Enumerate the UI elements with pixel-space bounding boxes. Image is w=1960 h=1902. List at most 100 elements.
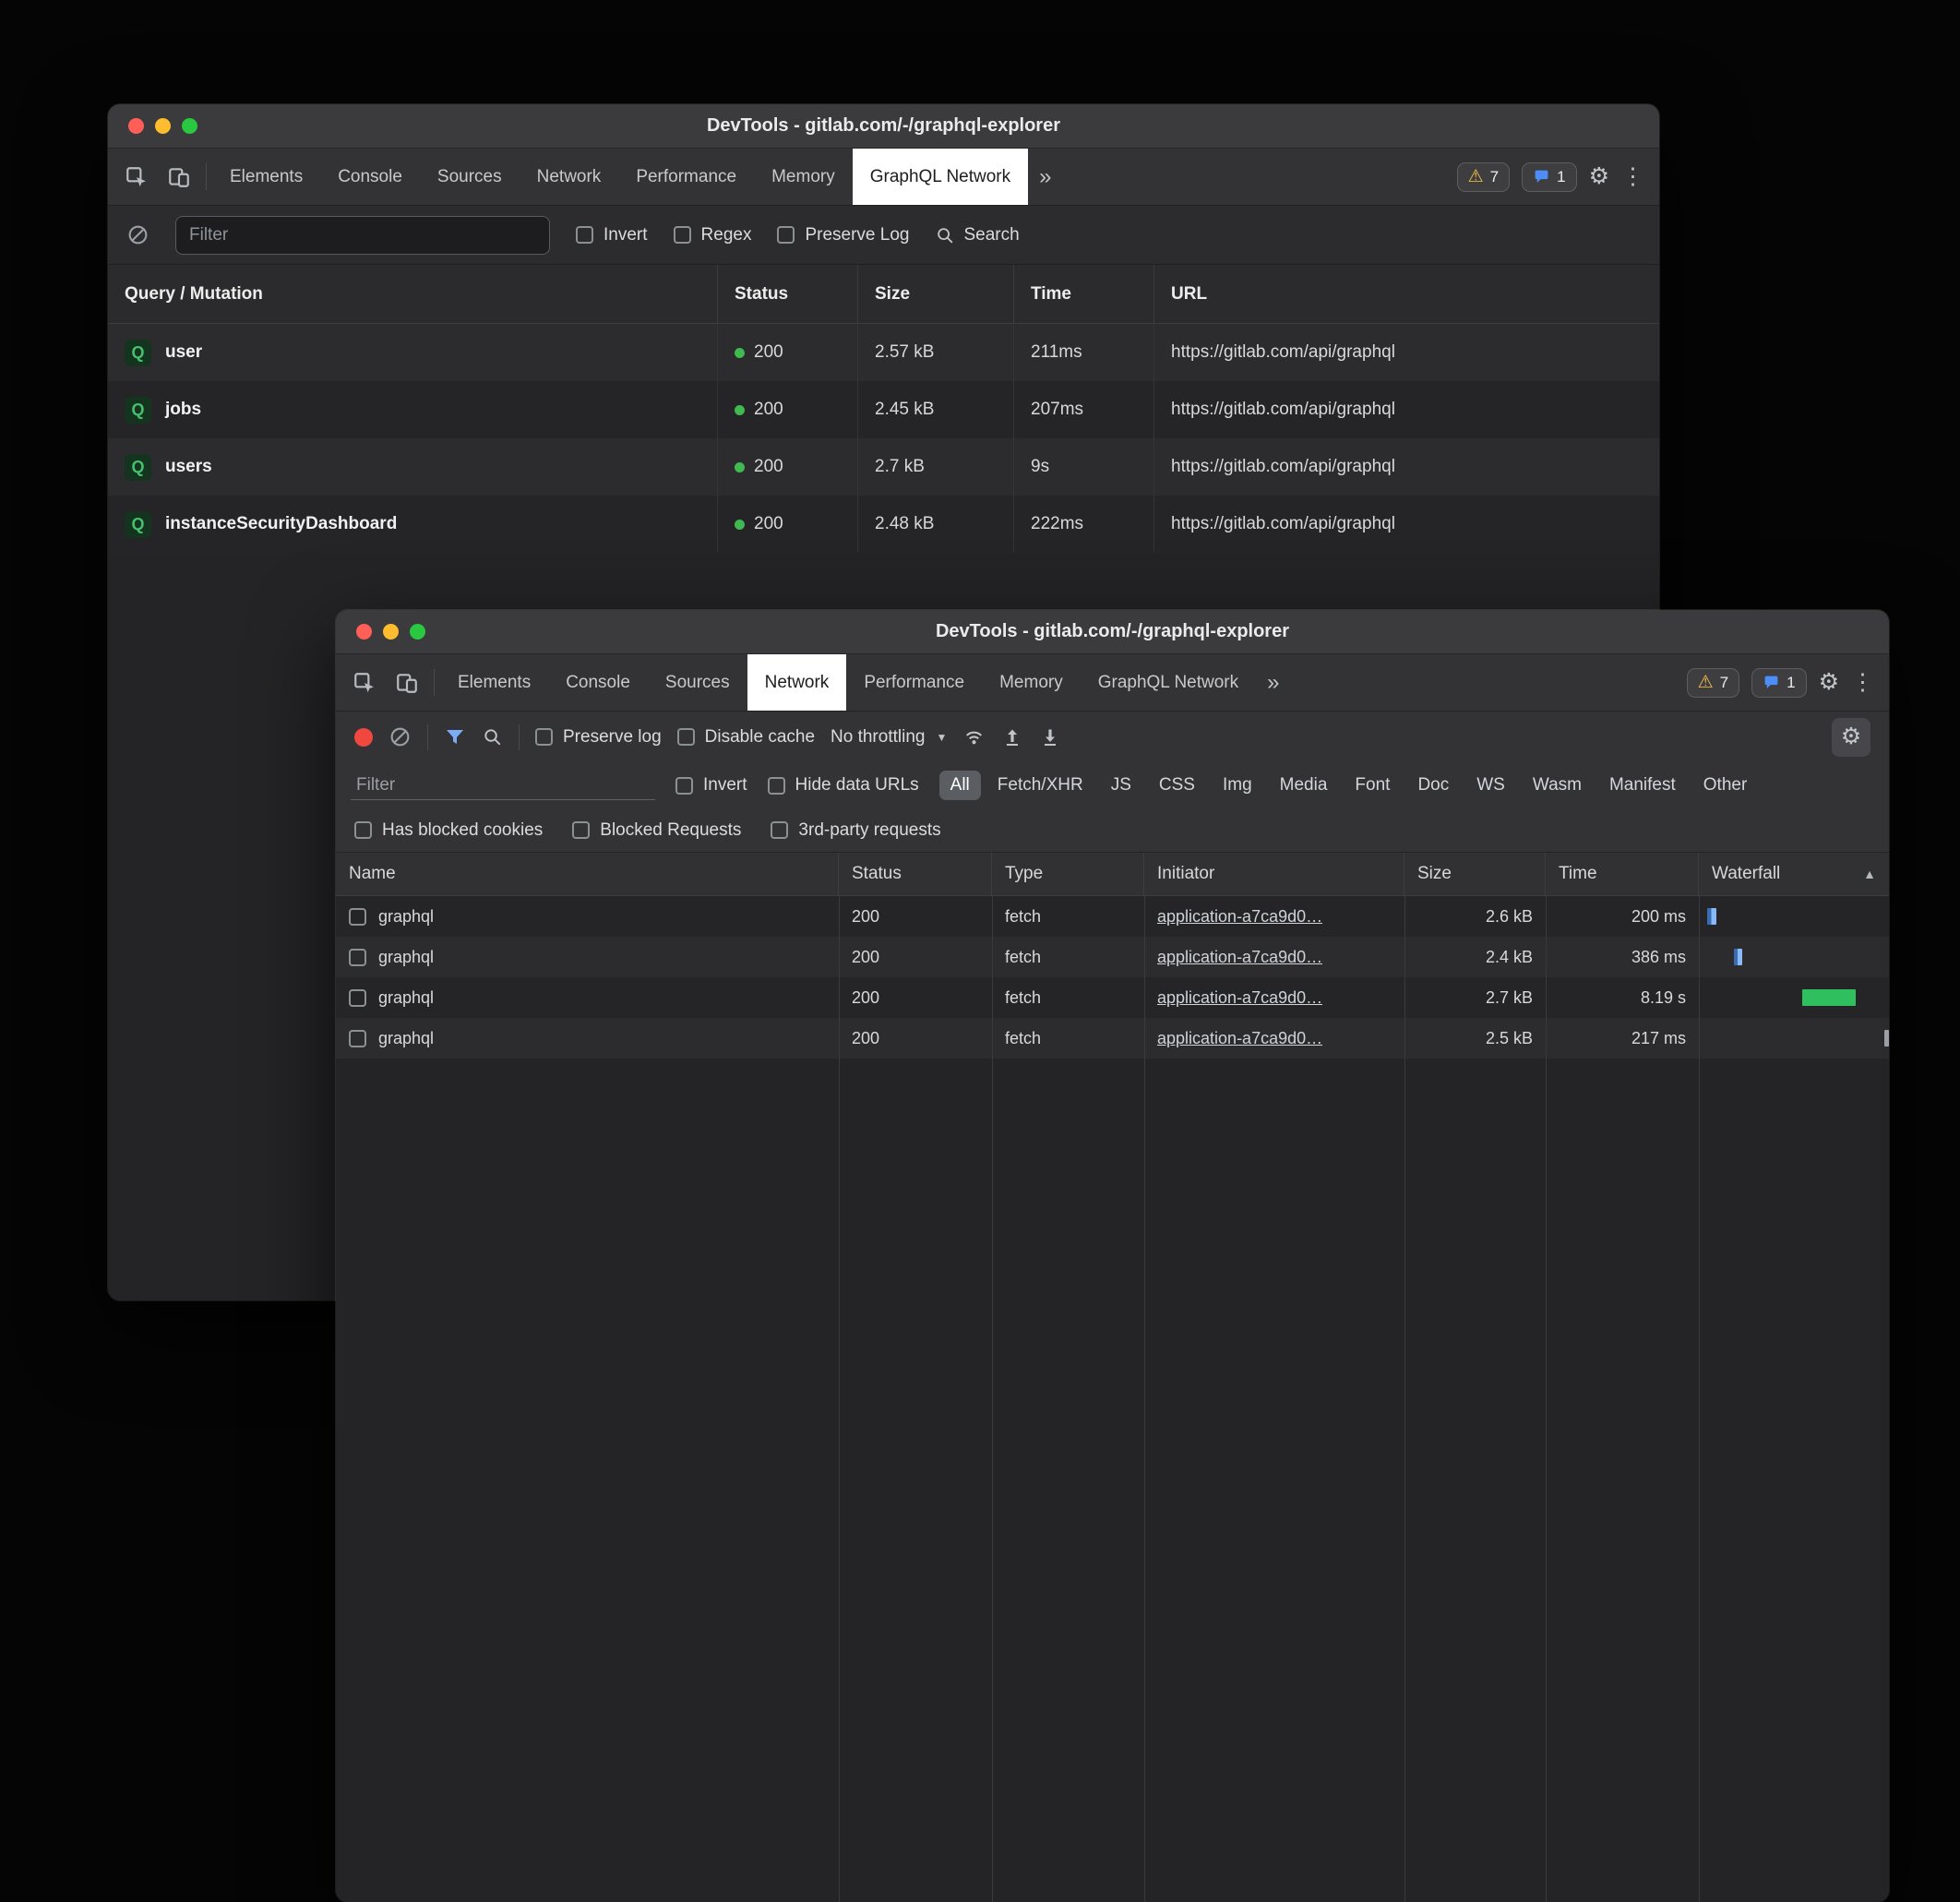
operation-row[interactable]: Qjobs 200 2.45 kB 207ms https://gitlab.c… <box>108 381 1659 438</box>
tab-elements[interactable]: Elements <box>440 654 548 711</box>
warning-count: 7 <box>1490 168 1499 186</box>
checkbox-box <box>576 226 593 244</box>
minimize-button[interactable] <box>155 118 171 134</box>
type-filter-media[interactable]: Media <box>1269 771 1339 800</box>
settings-gear-icon[interactable]: ⚙ <box>1589 165 1609 188</box>
settings-gear-icon[interactable]: ⚙ <box>1819 671 1839 694</box>
filter-input[interactable] <box>351 772 655 800</box>
column-size[interactable]: Size <box>1404 853 1546 895</box>
inspect-element-icon[interactable] <box>115 149 158 205</box>
type-filter-manifest[interactable]: Manifest <box>1598 771 1687 800</box>
blocked-requests-checkbox[interactable]: Blocked Requests <box>572 820 741 841</box>
initiator-link[interactable]: application-a7ca9d0… <box>1157 1029 1322 1048</box>
issues-badge[interactable]: 1 <box>1522 162 1576 192</box>
tab-memory[interactable]: Memory <box>982 654 1081 711</box>
row-checkbox[interactable] <box>349 989 366 1007</box>
tab-performance[interactable]: Performance <box>618 149 754 205</box>
type-filter-doc[interactable]: Doc <box>1406 771 1460 800</box>
tab-console[interactable]: Console <box>320 149 420 205</box>
network-settings-gear-icon[interactable]: ⚙ <box>1832 718 1870 757</box>
filter-funnel-icon[interactable] <box>444 726 466 748</box>
tab-graphql-network[interactable]: GraphQL Network <box>1081 654 1256 711</box>
more-tabs-icon[interactable]: » <box>1028 149 1062 205</box>
network-table-header: Name Status Type Initiator Size Time Wat… <box>336 853 1889 896</box>
titlebar[interactable]: DevTools - gitlab.com/-/graphql-explorer <box>108 104 1659 149</box>
close-button[interactable] <box>356 624 372 640</box>
minimize-button[interactable] <box>383 624 399 640</box>
throttling-select[interactable]: No throttling ▼ <box>831 727 947 748</box>
issues-badge[interactable]: 1 <box>1751 668 1806 698</box>
column-time[interactable]: Time <box>1546 853 1699 895</box>
preserve-log-checkbox[interactable]: Preserve log <box>535 727 662 748</box>
import-har-icon[interactable] <box>1039 726 1061 748</box>
zoom-button[interactable] <box>410 624 425 640</box>
type-filter-all[interactable]: All <box>939 771 981 800</box>
column-type[interactable]: Type <box>992 853 1144 895</box>
request-row[interactable]: graphql 200 fetch application-a7ca9d0… 2… <box>336 977 1889 1018</box>
tab-graphql-network[interactable]: GraphQL Network <box>853 149 1028 205</box>
type-filter-wasm[interactable]: Wasm <box>1522 771 1593 800</box>
tab-elements[interactable]: Elements <box>212 149 320 205</box>
block-icon[interactable] <box>126 223 149 246</box>
clear-icon[interactable] <box>388 725 412 748</box>
preserve-log-checkbox[interactable]: Preserve Log <box>777 225 909 245</box>
third-party-requests-checkbox[interactable]: 3rd-party requests <box>771 820 940 841</box>
filter-input[interactable] <box>175 216 550 255</box>
type-filter-fetch-xhr[interactable]: Fetch/XHR <box>986 771 1094 800</box>
type-filter-other[interactable]: Other <box>1692 771 1759 800</box>
type-filter-font[interactable]: Font <box>1344 771 1401 800</box>
blocked-cookies-checkbox[interactable]: Has blocked cookies <box>354 820 543 841</box>
row-checkbox[interactable] <box>349 908 366 926</box>
zoom-button[interactable] <box>182 118 197 134</box>
row-checkbox[interactable] <box>349 1030 366 1047</box>
initiator-link[interactable]: application-a7ca9d0… <box>1157 948 1322 967</box>
initiator-link[interactable]: application-a7ca9d0… <box>1157 907 1322 927</box>
graphql-filter-toolbar: Invert Regex Preserve Log Search <box>108 206 1659 265</box>
disable-cache-checkbox[interactable]: Disable cache <box>677 727 815 748</box>
operation-row[interactable]: Quser 200 2.57 kB 211ms https://gitlab.c… <box>108 324 1659 381</box>
hide-data-urls-checkbox[interactable]: Hide data URLs <box>768 775 919 795</box>
device-toolbar-icon[interactable] <box>158 149 200 205</box>
column-name[interactable]: Name <box>336 853 839 895</box>
request-row[interactable]: graphql 200 fetch application-a7ca9d0… 2… <box>336 937 1889 977</box>
type-filter-img[interactable]: Img <box>1212 771 1263 800</box>
record-icon[interactable] <box>354 728 373 747</box>
search-button[interactable]: Search <box>935 225 1019 245</box>
row-checkbox[interactable] <box>349 949 366 966</box>
column-waterfall[interactable]: Waterfall ▲ <box>1699 853 1889 895</box>
tab-network[interactable]: Network <box>520 149 619 205</box>
tab-memory[interactable]: Memory <box>754 149 853 205</box>
more-tabs-icon[interactable]: » <box>1256 654 1290 711</box>
tab-sources[interactable]: Sources <box>648 654 747 711</box>
tab-performance[interactable]: Performance <box>846 654 982 711</box>
request-row[interactable]: graphql 200 fetch application-a7ca9d0… 2… <box>336 896 1889 937</box>
type-filter-js[interactable]: JS <box>1100 771 1142 800</box>
request-row[interactable]: graphql 200 fetch application-a7ca9d0… 2… <box>336 1018 1889 1059</box>
warnings-badge[interactable]: ⚠ 7 <box>1457 162 1511 192</box>
kebab-menu-icon[interactable]: ⋮ <box>1851 671 1874 694</box>
close-button[interactable] <box>128 118 144 134</box>
tab-console[interactable]: Console <box>548 654 648 711</box>
operation-row[interactable]: QinstanceSecurityDashboard 200 2.48 kB 2… <box>108 496 1659 553</box>
export-har-icon[interactable] <box>1001 726 1023 748</box>
device-toolbar-icon[interactable] <box>386 654 428 711</box>
warnings-badge[interactable]: ⚠ 7 <box>1687 668 1740 698</box>
kebab-menu-icon[interactable]: ⋮ <box>1621 165 1644 188</box>
type-filter-ws[interactable]: WS <box>1465 771 1516 800</box>
tab-network[interactable]: Network <box>747 654 847 711</box>
type-filter-css[interactable]: CSS <box>1148 771 1206 800</box>
initiator-link[interactable]: application-a7ca9d0… <box>1157 988 1322 1008</box>
tab-sources[interactable]: Sources <box>420 149 520 205</box>
status-code: 200 <box>839 937 992 977</box>
titlebar[interactable]: DevTools - gitlab.com/-/graphql-explorer <box>336 610 1889 654</box>
operation-row[interactable]: Qusers 200 2.7 kB 9s https://gitlab.com/… <box>108 438 1659 496</box>
network-conditions-icon[interactable] <box>962 725 986 748</box>
invert-checkbox[interactable]: Invert <box>576 225 648 245</box>
divider <box>427 724 428 750</box>
column-initiator[interactable]: Initiator <box>1144 853 1404 895</box>
invert-checkbox[interactable]: Invert <box>675 775 747 795</box>
inspect-element-icon[interactable] <box>343 654 386 711</box>
regex-checkbox[interactable]: Regex <box>674 225 752 245</box>
search-icon[interactable] <box>482 726 503 748</box>
column-status[interactable]: Status <box>839 853 992 895</box>
